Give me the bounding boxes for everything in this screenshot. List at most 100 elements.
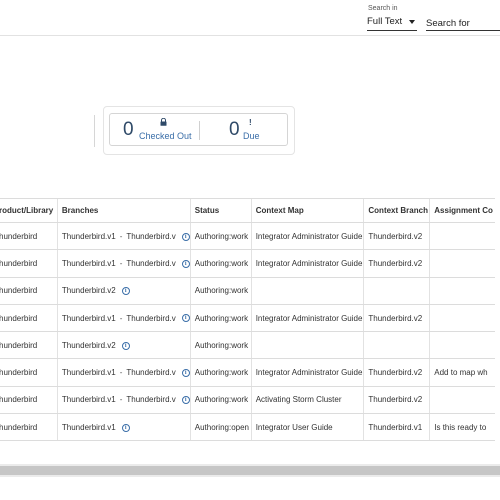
status-cell: Authoring:work	[189, 358, 252, 387]
status-cell: Authoring:open	[189, 413, 252, 442]
column-header-assignment[interactable]: Assignment Co	[429, 198, 495, 223]
context-branch-cell	[363, 277, 430, 305]
context-branch-cell: Thunderbird.v2	[363, 358, 430, 387]
context-branch-cell: Thunderbird.v2	[363, 386, 430, 415]
context-map-cell: Integrator Administrator Guide	[250, 249, 364, 278]
context-branch-cell: Thunderbird.v2	[363, 222, 430, 251]
branches-cell: Thunderbird.v1- Thunderbird.v i	[56, 249, 191, 278]
branch-separator: -	[119, 395, 123, 405]
info-icon[interactable]: i	[181, 369, 190, 378]
table-header-row: roduct/Library Branches Status Context M…	[0, 198, 495, 223]
branch-name: Thunderbird.v1	[61, 368, 116, 378]
assignment-cell	[429, 386, 495, 415]
branch-name: Thunderbird.v1	[61, 231, 116, 241]
status-cell: Authoring:work	[189, 222, 252, 251]
info-icon[interactable]: i	[181, 396, 190, 405]
assignment-cell	[429, 304, 495, 333]
horizontal-scrollbar-thumb[interactable]	[0, 466, 500, 475]
branch-name: Thunderbird.v1	[61, 422, 116, 432]
status-cell: Authoring:work	[189, 249, 252, 278]
table-row[interactable]: hunderbird Thunderbird.v1- Thunderbird.v i A…	[0, 358, 495, 387]
product-cell: hunderbird	[0, 358, 58, 387]
context-map-cell: Activating Storm Cluster	[250, 386, 364, 415]
status-cell: Authoring:work	[189, 277, 252, 305]
column-header-status[interactable]: Status	[189, 198, 252, 223]
context-map-cell	[250, 277, 364, 305]
due-count: 0	[229, 119, 240, 140]
branch-name: Thunderbird.v	[126, 258, 176, 268]
branches-cell: Thunderbird.v1- Thunderbird.v i	[56, 304, 191, 333]
branch-name: Thunderbird.v1	[61, 258, 116, 268]
stats-card: 0 Checked Out 0 ! Due	[109, 113, 288, 146]
context-map-cell: Integrator User Guide	[250, 413, 364, 442]
context-branch-cell: Thunderbird.v2	[363, 304, 430, 333]
content-table: roduct/Library Branches Status Context M…	[0, 198, 495, 442]
status-cell: Authoring:work	[189, 331, 252, 360]
table-row[interactable]: hunderbird Thunderbird.v1 i Authoring:open I…	[0, 413, 495, 442]
column-header-context-map[interactable]: Context Map	[250, 198, 364, 223]
info-icon[interactable]: i	[181, 259, 190, 268]
search-scope-select[interactable]: Full Text	[367, 13, 417, 31]
branch-separator: -	[119, 231, 123, 241]
branch-separator: -	[119, 368, 123, 378]
column-header-branches[interactable]: Branches	[56, 198, 191, 223]
column-header-context-branch[interactable]: Context Branch	[363, 198, 430, 223]
context-map-cell: Integrator Administrator Guide	[250, 304, 364, 333]
search-scope-label: Search in	[368, 5, 398, 12]
branches-cell: Thunderbird.v1- Thunderbird.v i	[56, 358, 191, 387]
context-map-cell	[250, 331, 364, 360]
assignment-cell	[429, 331, 495, 360]
branch-name: Thunderbird.v	[126, 395, 176, 405]
context-branch-cell: Thunderbird.v1	[363, 413, 430, 442]
table-row[interactable]: hunderbird Thunderbird.v2 i Authoring:work	[0, 277, 495, 305]
context-branch-cell: Thunderbird.v2	[363, 249, 430, 278]
assignment-cell	[429, 249, 495, 278]
info-icon[interactable]: i	[121, 341, 130, 350]
search-input[interactable]	[426, 13, 500, 31]
branch-name: Thunderbird.v2	[61, 340, 116, 350]
due-stat[interactable]: 0 ! Due	[200, 114, 289, 147]
assignment-cell	[429, 222, 495, 251]
assignment-cell: Add to map wh	[429, 358, 495, 387]
branch-name: Thunderbird.v2	[61, 286, 116, 296]
info-icon[interactable]: i	[121, 287, 130, 296]
assignment-cell	[429, 277, 495, 305]
branches-cell: Thunderbird.v1 i	[56, 413, 191, 442]
context-map-cell: Integrator Administrator Guide	[250, 222, 364, 251]
branches-cell: Thunderbird.v1- Thunderbird.v i	[56, 386, 191, 415]
product-cell: hunderbird	[0, 304, 58, 333]
table-row[interactable]: hunderbird Thunderbird.v2 i Authoring:work	[0, 331, 495, 360]
table-row[interactable]: hunderbird Thunderbird.v1- Thunderbird.v i A…	[0, 249, 495, 278]
branches-cell: Thunderbird.v2 i	[56, 331, 191, 360]
product-cell: hunderbird	[0, 277, 58, 305]
branch-name: Thunderbird.v	[126, 313, 176, 323]
branch-name: Thunderbird.v	[126, 231, 176, 241]
exclamation-icon: !	[249, 118, 252, 127]
table-row[interactable]: hunderbird Thunderbird.v1- Thunderbird.v i A…	[0, 304, 495, 333]
status-cell: Authoring:work	[189, 304, 252, 333]
checked-out-label: Checked Out	[139, 131, 192, 141]
branch-name: Thunderbird.v	[126, 368, 176, 378]
info-icon[interactable]: i	[121, 423, 130, 432]
product-cell: hunderbird	[0, 413, 58, 442]
branch-separator: -	[119, 313, 123, 323]
top-bar: Search in Full Text	[0, 0, 500, 36]
branch-separator: -	[119, 258, 123, 268]
info-icon[interactable]: i	[181, 314, 190, 323]
search-scope-value: Full Text	[367, 16, 403, 27]
context-map-cell: Integrator Administrator Guide	[250, 358, 364, 387]
branches-cell: Thunderbird.v1- Thunderbird.v i	[56, 222, 191, 251]
column-header-product[interactable]: roduct/Library	[0, 198, 58, 223]
product-cell: hunderbird	[0, 249, 58, 278]
checked-out-stat[interactable]: 0 Checked Out	[110, 114, 199, 147]
lock-icon	[160, 118, 167, 126]
table-row[interactable]: hunderbird Thunderbird.v1- Thunderbird.v i A…	[0, 222, 495, 251]
caret-down-icon	[409, 20, 415, 24]
branches-cell: Thunderbird.v2 i	[56, 277, 191, 305]
product-cell: hunderbird	[0, 386, 58, 415]
divider	[94, 115, 95, 147]
assignment-cell: Is this ready to	[429, 413, 495, 442]
product-cell: hunderbird	[0, 331, 58, 360]
info-icon[interactable]: i	[181, 232, 190, 241]
table-row[interactable]: hunderbird Thunderbird.v1- Thunderbird.v i A…	[0, 386, 495, 415]
